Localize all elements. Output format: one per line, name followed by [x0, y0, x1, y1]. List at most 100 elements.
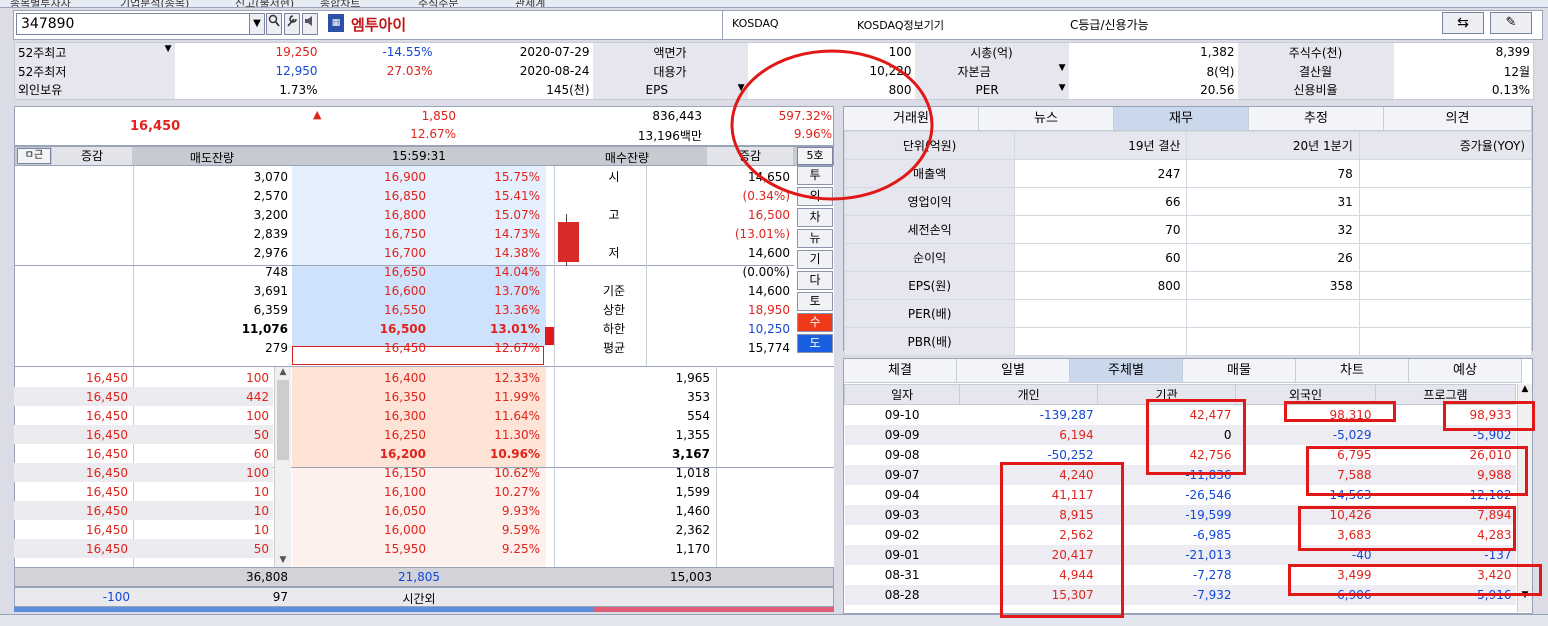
bid-qty: 1,170 [675, 541, 710, 556]
bid-pct: 9.93% [501, 503, 540, 518]
investor-tab[interactable]: 체결 [844, 359, 957, 383]
side-button[interactable]: 차 [797, 208, 833, 227]
investor-tab[interactable]: 매물 [1183, 359, 1296, 383]
side-button[interactable]: 뉴 [797, 229, 833, 248]
bid-row[interactable]: 16,300 11.64% 554 [292, 406, 714, 425]
top-tab[interactable]: 신고(불서현) [235, 0, 294, 7]
bid-row[interactable]: 15,950 9.25% 1,170 [292, 539, 714, 558]
finance-label: 순이익 [843, 243, 1016, 272]
finance-value [1186, 327, 1360, 356]
finance-value [1358, 271, 1533, 300]
bid-price: 16,350 [384, 389, 426, 404]
investor-tab[interactable]: 차트 [1296, 359, 1409, 383]
stat-label [588, 262, 640, 281]
top-tab[interactable]: 종목별투자자 [10, 0, 71, 7]
finance-value: 60 [1014, 243, 1188, 272]
stock-code-input[interactable]: 347890 [16, 13, 262, 35]
tick-scrollbar[interactable]: ▲ ▼ [274, 367, 291, 567]
stat-label: 기준 [602, 284, 626, 298]
ask-row[interactable]: 2,976 16,700 14.38% [134, 243, 544, 262]
bid-row[interactable]: 16,100 10.27% 1,599 [292, 482, 714, 501]
side-button[interactable]: 토 [797, 292, 833, 311]
search-icon[interactable] [266, 13, 282, 35]
finance-tab[interactable]: 뉴스 [979, 107, 1114, 131]
speaker-icon[interactable] [302, 13, 318, 35]
tick-row: 16,450 10 [14, 520, 273, 539]
finance-value [1358, 327, 1533, 356]
dropdown-icon[interactable]: ▼ [1059, 63, 1066, 73]
ask-price: 16,750 [384, 226, 426, 241]
top-tab[interactable]: 기업분석(종목) [120, 0, 189, 7]
dropdown-icon[interactable]: ▼ [249, 13, 265, 35]
scroll-up-icon[interactable]: ▲ [1518, 384, 1532, 394]
dropdown-icon[interactable]: ▼ [1059, 83, 1066, 93]
bid-row[interactable]: 16,000 9.59% 2,362 [292, 520, 714, 539]
ask-row[interactable]: 2,839 16,750 14.73% [134, 224, 544, 243]
ask-qty: 2,839 [253, 226, 288, 241]
side-button[interactable]: 도 [797, 334, 833, 353]
top-tab[interactable]: 종합차트 [320, 0, 360, 7]
after-hours-change: -100 [102, 590, 130, 604]
investor-col-header: 개인 [959, 384, 1099, 405]
ask-row[interactable]: 2,570 16,850 15.41% [134, 186, 544, 205]
ask-pct: 15.07% [494, 207, 540, 222]
bid-pct: 12.33% [494, 370, 540, 385]
scroll-thumb[interactable] [277, 380, 289, 460]
investor-individual: 6,194 [1059, 427, 1094, 442]
investor-tab[interactable]: 주체별 [1070, 359, 1183, 383]
ask-row[interactable]: 6,359 16,550 13.36% [134, 300, 544, 319]
info-label: 외인보유 [14, 80, 175, 100]
bid-row[interactable]: 16,050 9.93% 1,460 [292, 501, 714, 520]
ask-row[interactable]: 3,070 16,900 15.75% [134, 167, 544, 186]
investor-individual: -139,287 [1039, 407, 1094, 422]
info-label: 결산월 [1237, 61, 1394, 81]
stat-row: 기준 14,600 [588, 281, 794, 300]
finance-tab[interactable]: 추정 [1249, 107, 1384, 131]
ask-row[interactable]: 3,200 16,800 15.07% [134, 205, 544, 224]
side-button[interactable]: 다 [797, 271, 833, 290]
tick-qty: 442 [246, 389, 269, 404]
bid-row[interactable]: 16,250 11.30% 1,355 [292, 425, 714, 444]
dropdown-icon[interactable]: ▼ [165, 44, 172, 54]
bid-qty: 1,355 [675, 427, 710, 442]
bid-pct: 10.27% [494, 484, 540, 499]
col-header[interactable]: 증감 [52, 147, 132, 165]
bid-qty: 2,362 [675, 522, 710, 537]
bid-row[interactable]: 16,200 10.96% 3,167 [292, 444, 714, 463]
tools-icon[interactable]: ✎ [1490, 12, 1532, 34]
swap-icon[interactable]: ⇆ [1442, 12, 1484, 34]
ask-row[interactable]: 3,691 16,600 13.70% [134, 281, 544, 300]
stat-value: 15,774 [748, 340, 790, 355]
investor-tab[interactable]: 일별 [957, 359, 1070, 383]
finance-value: 26 [1186, 243, 1360, 272]
investor-tab[interactable]: 예상 [1409, 359, 1522, 383]
bid-row[interactable]: 16,400 12.33% 1,965 [292, 368, 714, 387]
finance-value [1014, 327, 1188, 356]
top-tab[interactable]: 관세계 [515, 0, 545, 7]
ask-qty: 3,691 [253, 283, 288, 298]
toggle-button[interactable]: ㅁ근 [17, 148, 51, 164]
ask-row[interactable]: 279 16,450 12.67% [134, 338, 544, 357]
after-hours-label: 시간외 [402, 592, 436, 606]
finance-tab[interactable]: 재무 [1114, 107, 1249, 131]
bid-price: 16,050 [384, 503, 426, 518]
side-button[interactable]: 수 [797, 313, 833, 332]
finance-value [1186, 299, 1360, 328]
stat-row: (13.01%) [588, 224, 794, 243]
wrench-icon[interactable] [284, 13, 300, 35]
stat-label [588, 224, 640, 243]
col-header: 매도잔량 [189, 151, 235, 165]
ask-qty: 279 [265, 340, 288, 355]
side-button[interactable]: 기 [797, 250, 833, 269]
scroll-up-icon[interactable]: ▲ [275, 367, 291, 377]
finance-tab[interactable]: 의견 [1384, 107, 1532, 131]
ask-price: 16,700 [384, 245, 426, 260]
asks-table: 3,070 16,900 15.75% 2,570 16,850 15.41% 3,200 1… [134, 167, 544, 357]
ask-row[interactable]: 11,076 16,500 13.01% [134, 319, 544, 338]
tick-row: 16,450 60 [14, 444, 273, 463]
bid-row[interactable]: 16,350 11.99% 353 [292, 387, 714, 406]
top-tab[interactable]: 주식주문 [418, 0, 458, 7]
ask-row[interactable]: 748 16,650 14.04% [134, 262, 544, 281]
scroll-down-icon[interactable]: ▼ [275, 555, 291, 565]
bid-row[interactable]: 16,150 10.62% 1,018 [292, 463, 714, 482]
